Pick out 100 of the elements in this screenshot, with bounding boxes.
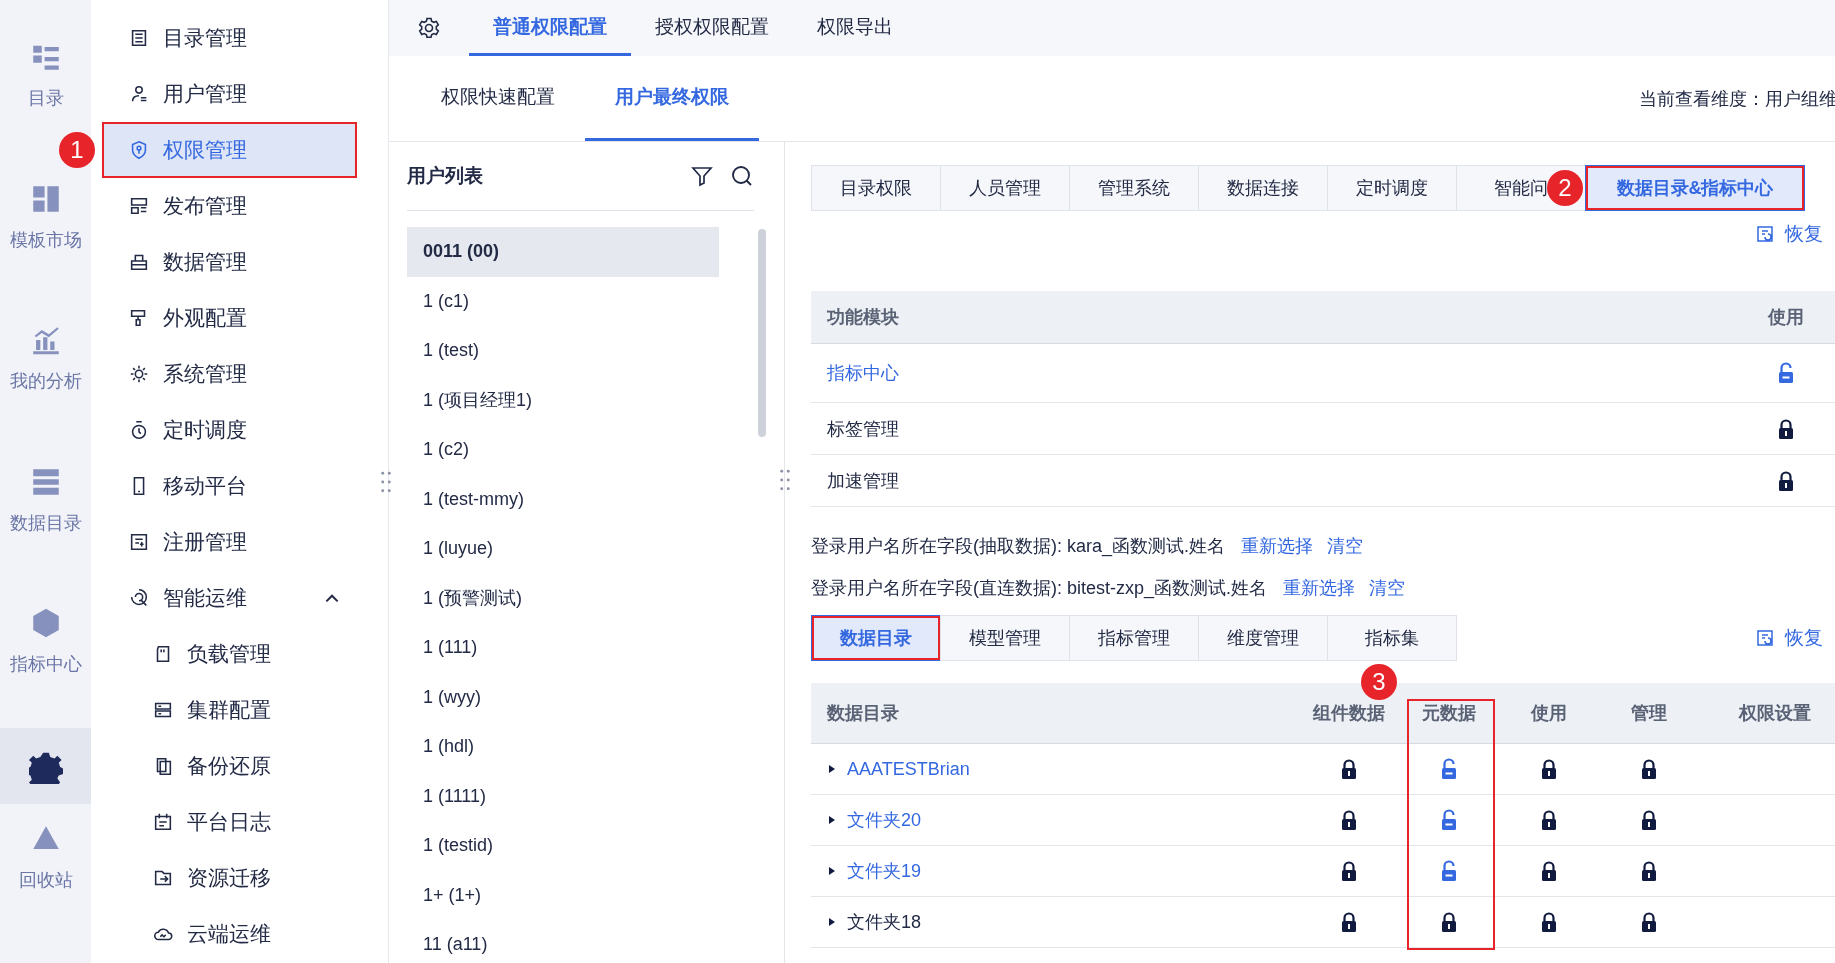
lock-icon[interactable] [1539, 911, 1559, 933]
user-item[interactable]: 1 (test-mmy) [407, 474, 719, 524]
column-header: 使用 [1531, 702, 1567, 725]
rail-item[interactable]: 数据目录 [0, 462, 91, 542]
catalog-tab[interactable]: 数据目录 [811, 615, 941, 661]
action-link[interactable]: 重新选择 [1283, 576, 1356, 600]
sub-tab[interactable]: 权限快速配置 [411, 56, 585, 141]
catalog-tab[interactable]: 指标集 [1327, 615, 1457, 661]
module-link[interactable]: 指标中心 [827, 361, 899, 385]
lock-icon[interactable] [1639, 809, 1659, 831]
unlocked-lock-icon[interactable] [1439, 758, 1459, 780]
expand-caret-icon[interactable] [827, 764, 837, 774]
rail-item[interactable]: 模板市场 [0, 179, 91, 259]
user-item[interactable]: 0011 (00) [407, 227, 719, 277]
expand-caret-icon[interactable] [827, 917, 837, 927]
top-tab[interactable]: 权限导出 [793, 0, 917, 56]
user-item[interactable]: 1 (wyy) [407, 672, 719, 722]
user-item[interactable]: 1 (hdl) [407, 722, 719, 772]
nav-item[interactable]: 定时调度 [104, 404, 355, 456]
nav-item[interactable]: 负载管理 [104, 628, 355, 680]
module-tab[interactable]: 目录权限 [811, 165, 941, 211]
action-link[interactable]: 清空 [1327, 534, 1364, 558]
lock-icon[interactable] [1539, 809, 1559, 831]
catalog-tab[interactable]: 指标管理 [1069, 615, 1199, 661]
user-item[interactable]: 11 (a11) [407, 920, 719, 963]
user-item[interactable]: 1 (项目经理1) [407, 375, 719, 425]
expand-caret-icon[interactable] [827, 815, 837, 825]
user-item[interactable]: 1+ (1+) [407, 870, 719, 920]
sub-tab[interactable]: 用户最终权限 [585, 56, 759, 141]
nav-item[interactable]: 备份还原 [104, 740, 355, 792]
column-header: 功能模块 [827, 306, 900, 329]
user-item[interactable]: 1 (c2) [407, 425, 719, 475]
module-tab[interactable]: 定时调度 [1327, 165, 1457, 211]
top-tab[interactable]: 普通权限配置 [469, 0, 631, 56]
column-header: 组件数据 [1313, 702, 1385, 725]
nav-item[interactable]: 云端运维 [104, 908, 355, 960]
action-link[interactable]: 清空 [1369, 576, 1406, 600]
unlocked-lock-icon[interactable] [1776, 362, 1796, 384]
nav-icon [152, 811, 174, 833]
expand-caret-icon[interactable] [827, 866, 837, 876]
drag-handle-icon[interactable] [779, 468, 791, 492]
unlocked-lock-icon[interactable] [1439, 809, 1459, 831]
nav-item[interactable]: 外观配置 [104, 292, 355, 344]
lock-icon[interactable] [1339, 860, 1359, 882]
rail-item[interactable]: 回收站 [0, 803, 91, 900]
user-item[interactable]: 1 (test) [407, 326, 719, 376]
lock-icon[interactable] [1539, 758, 1559, 780]
lock-icon[interactable] [1339, 809, 1359, 831]
catalog-tab[interactable]: 维度管理 [1198, 615, 1328, 661]
drag-handle-icon[interactable] [380, 470, 392, 494]
nav-item[interactable]: 用户管理 [104, 68, 355, 120]
user-item[interactable]: 1 (c1) [407, 276, 719, 326]
nav-item[interactable]: 智能运维 [104, 572, 355, 624]
lock-icon[interactable] [1776, 469, 1796, 492]
restore-link[interactable]: 恢复 [1755, 625, 1823, 651]
filter-icon[interactable] [690, 164, 714, 188]
nav-item[interactable]: 系统管理 [104, 348, 355, 400]
module-tab[interactable]: 数据目录&指标中心 [1585, 165, 1805, 211]
module-tab[interactable]: 人员管理 [940, 165, 1070, 211]
rail-item[interactable]: 目录 [0, 38, 91, 117]
restore-link[interactable]: 恢复 [1755, 221, 1823, 247]
step-badge: 3 [1361, 664, 1397, 700]
lock-icon[interactable] [1639, 911, 1659, 933]
user-item[interactable]: 1 (luyue) [407, 524, 719, 574]
search-icon[interactable] [730, 164, 754, 188]
lock-icon[interactable] [1439, 911, 1459, 933]
nav-item[interactable]: 平台日志 [104, 796, 355, 848]
nav-item[interactable]: 集群配置 [104, 684, 355, 736]
lock-icon[interactable] [1639, 860, 1659, 882]
nav-item[interactable]: 资源迁移 [104, 852, 355, 904]
nav-item[interactable]: 发布管理 [104, 180, 355, 232]
scrollbar[interactable] [758, 229, 766, 437]
folder-link[interactable]: 文件夹19 [847, 859, 922, 883]
user-item[interactable]: 1 (111) [407, 623, 719, 673]
lock-icon[interactable] [1776, 417, 1796, 440]
lock-icon[interactable] [1339, 758, 1359, 780]
folder-link[interactable]: AAATESTBrian [847, 758, 970, 780]
folder-link[interactable]: 文件夹20 [847, 808, 922, 832]
lock-icon[interactable] [1339, 911, 1359, 933]
module-tab[interactable]: 数据连接 [1198, 165, 1328, 211]
panel-title: 用户列表 [407, 164, 483, 188]
lock-icon[interactable] [1639, 758, 1659, 780]
folder-name: 文件夹18 [847, 911, 922, 934]
nav-item[interactable]: 数据管理 [104, 236, 355, 288]
catalog-tab[interactable]: 模型管理 [940, 615, 1070, 661]
nav-item[interactable]: 移动平台 [104, 460, 355, 512]
user-item[interactable]: 1 (预警测试) [407, 573, 719, 623]
user-item[interactable]: 1 (1111) [407, 771, 719, 821]
unlocked-lock-icon[interactable] [1439, 860, 1459, 882]
rail-item[interactable]: 指标中心 [0, 604, 91, 683]
rail-item[interactable] [0, 727, 91, 804]
rail-item[interactable]: 我的分析 [0, 321, 91, 400]
action-link[interactable]: 重新选择 [1241, 534, 1314, 558]
user-item[interactable]: 1 (testid) [407, 821, 719, 871]
nav-item[interactable]: 目录管理 [104, 12, 355, 64]
settings-icon[interactable] [417, 16, 441, 40]
module-tab[interactable]: 管理系统 [1069, 165, 1199, 211]
lock-icon[interactable] [1539, 860, 1559, 882]
top-tab[interactable]: 授权权限配置 [631, 0, 793, 56]
nav-item[interactable]: 注册管理 [104, 516, 355, 568]
